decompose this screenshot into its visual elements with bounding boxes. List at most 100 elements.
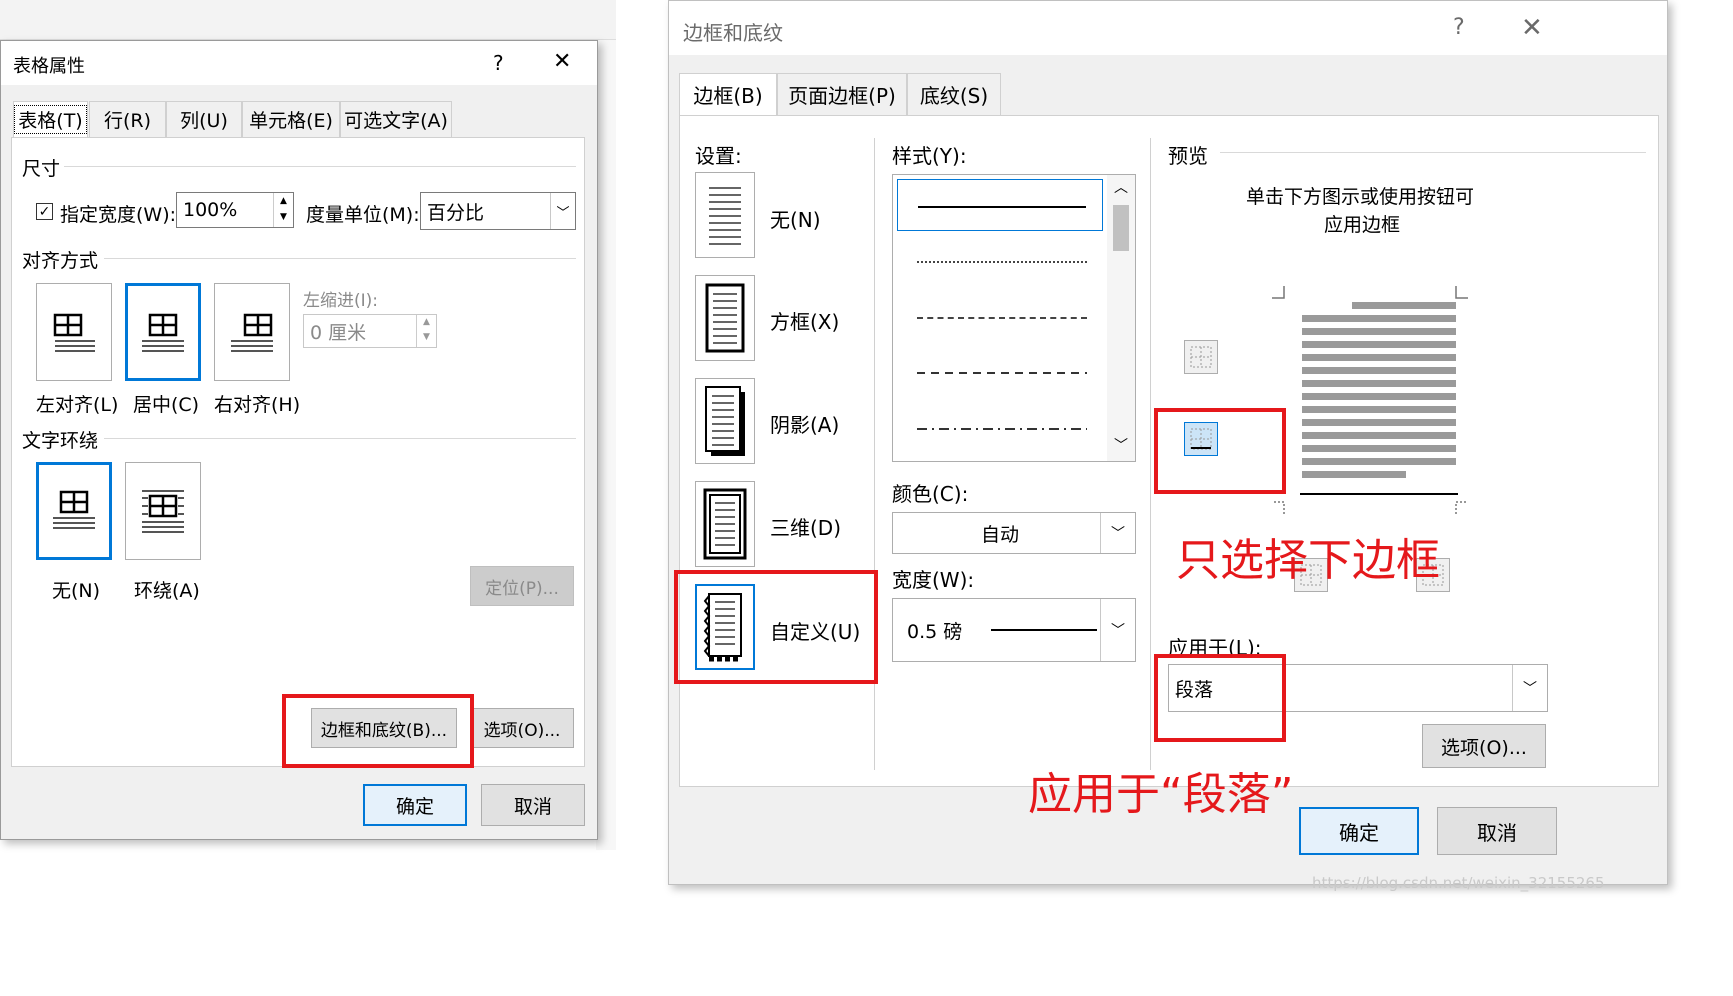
color-select[interactable]: 自动 ﹀ (892, 512, 1136, 554)
document-background-right-strip (596, 40, 616, 850)
tab-row-label: 行(R) (103, 110, 152, 132)
tab-table-label: 表格(T) (14, 105, 87, 134)
borders-options-label: 选项(O)... (1441, 736, 1527, 759)
scroll-up-icon[interactable]: ︿ (1114, 177, 1128, 197)
position-button-label: 定位(P)... (485, 578, 559, 599)
tab-cell[interactable]: 单元格(E) (242, 101, 340, 137)
unit-label: 度量单位(M): (306, 204, 420, 226)
borders-ok-button[interactable]: 确定 (1299, 807, 1419, 855)
position-button[interactable]: 定位(P)... (470, 566, 574, 606)
tab-column[interactable]: 列(U) (166, 101, 242, 137)
style-dashed-large[interactable] (917, 371, 1087, 375)
watermark: https://blog.csdn.net/weixin_32155265 (1312, 874, 1605, 892)
size-group-label: 尺寸 (22, 158, 61, 180)
style-dotted[interactable] (917, 261, 1087, 263)
wrap-divider (104, 438, 576, 439)
title-bar: 边框和底纹 ? ✕ (669, 1, 1667, 55)
align-center-option[interactable] (125, 283, 201, 381)
tab-column-label: 列(U) (180, 110, 228, 132)
indent-input[interactable]: 0 厘米 ▲ ▼ (303, 314, 437, 348)
annotation-apply-to-paragraph: 应用于“段落” (1028, 769, 1294, 820)
setting-3d-option[interactable] (695, 481, 755, 567)
borders-ok-label: 确定 (1339, 820, 1379, 845)
style-label: 样式(Y): (892, 144, 967, 168)
width-spinner[interactable]: ▲ ▼ (273, 193, 293, 227)
setting-box-icon (705, 283, 745, 353)
tab-cell-label: 单元格(E) (249, 110, 333, 132)
table-cancel-button[interactable]: 取消 (481, 784, 585, 826)
alignment-group-label: 对齐方式 (22, 250, 99, 272)
borders-cancel-button[interactable]: 取消 (1437, 807, 1557, 855)
wrap-around-option[interactable] (125, 462, 201, 560)
setting-none-option[interactable] (695, 172, 755, 258)
dialog-title: 表格属性 (13, 56, 85, 77)
borders-options-button[interactable]: 选项(O)... (1422, 724, 1546, 768)
setting-none-label: 无(N) (770, 208, 821, 232)
title-bar: 表格属性 ? ✕ (1, 41, 597, 85)
table-align-left-icon (53, 313, 95, 352)
table-cancel-label: 取消 (513, 795, 552, 818)
highlight-bottom-border (1154, 408, 1286, 494)
tab-row[interactable]: 行(R) (89, 101, 166, 137)
style-list[interactable]: ︿ ﹀ (892, 174, 1136, 462)
table-tab-panel: 尺寸 ✓ 指定宽度(W): 100% ▲ ▼ 度量单位(M): 百分比 ﹀ 对齐方… (11, 137, 585, 767)
align-right-option[interactable] (214, 283, 290, 381)
setting-shadow-label: 阴影(A) (770, 413, 840, 437)
align-left-option[interactable] (36, 283, 112, 381)
setting-3d-label: 三维(D) (770, 516, 842, 540)
tab-page-border-label: 页面边框(P) (788, 84, 896, 108)
width-value: 0.5 磅 (907, 620, 963, 643)
chevron-down-icon: ﹀ (550, 193, 575, 229)
specify-width-checkbox[interactable]: ✓ (36, 203, 53, 220)
width-value: 100% (183, 199, 238, 221)
style-scrollbar[interactable]: ︿ ﹀ (1107, 175, 1135, 461)
tab-shading[interactable]: 底纹(S) (907, 73, 1001, 115)
width-label: 宽度(W): (892, 568, 975, 592)
chevron-down-icon: ﹀ (1100, 599, 1135, 661)
color-value: 自动 (980, 523, 1019, 546)
setting-label: 设置: (695, 144, 742, 168)
indent-spinner[interactable]: ▲ ▼ (416, 315, 436, 347)
tab-alt-text[interactable]: 可选文字(A) (340, 101, 452, 137)
close-icon[interactable]: ✕ (1521, 13, 1543, 43)
width-input[interactable]: 100% ▲ ▼ (176, 192, 294, 228)
tab-page-border[interactable]: 页面边框(P) (777, 73, 907, 115)
scroll-thumb[interactable] (1113, 205, 1129, 251)
color-label: 颜色(C): (892, 482, 969, 506)
chevron-down-icon: ﹀ (1100, 513, 1135, 553)
alignment-divider (104, 258, 576, 259)
table-ok-button[interactable]: 确定 (363, 784, 467, 826)
highlight-borders-button (282, 694, 474, 768)
wrap-none-option[interactable] (36, 462, 112, 560)
wrap-around-icon (142, 490, 184, 533)
help-button[interactable]: ? (493, 51, 504, 75)
setting-box-option[interactable] (695, 275, 755, 361)
setting-shadow-option[interactable] (695, 378, 755, 464)
borders-cancel-label: 取消 (1477, 820, 1517, 845)
column-divider-2 (1150, 138, 1151, 770)
top-border-icon (1190, 346, 1212, 368)
preview-hint-line1: 单击下方图示或使用按钮可 (1246, 186, 1475, 208)
close-icon[interactable]: ✕ (553, 49, 571, 74)
table-options-button-label: 选项(O)... (483, 720, 561, 741)
table-options-button[interactable]: 选项(O)... (470, 708, 574, 748)
width-select[interactable]: 0.5 磅 ﹀ (892, 598, 1136, 662)
size-divider (64, 166, 576, 167)
help-button[interactable]: ? (1453, 15, 1465, 40)
style-dashed-small[interactable] (917, 317, 1087, 319)
indent-label: 左缩进(I): (303, 291, 379, 311)
tab-borders[interactable]: 边框(B) (679, 73, 777, 115)
style-solid[interactable] (897, 179, 1103, 231)
style-dash-dot[interactable] (917, 427, 1087, 431)
specify-width-label: 指定宽度(W): (60, 204, 177, 226)
tab-table[interactable]: 表格(T) (13, 101, 88, 137)
align-left-label: 左对齐(L) (36, 394, 119, 416)
chevron-down-icon: ﹀ (1512, 665, 1547, 711)
preview-divider (1220, 152, 1646, 153)
top-border-button[interactable] (1184, 340, 1218, 374)
highlight-apply-to (1154, 654, 1286, 742)
scroll-down-icon[interactable]: ﹀ (1114, 435, 1128, 455)
width-sample-line (991, 629, 1097, 631)
preview-page[interactable] (1270, 282, 1470, 514)
unit-select[interactable]: 百分比 ﹀ (420, 192, 576, 230)
